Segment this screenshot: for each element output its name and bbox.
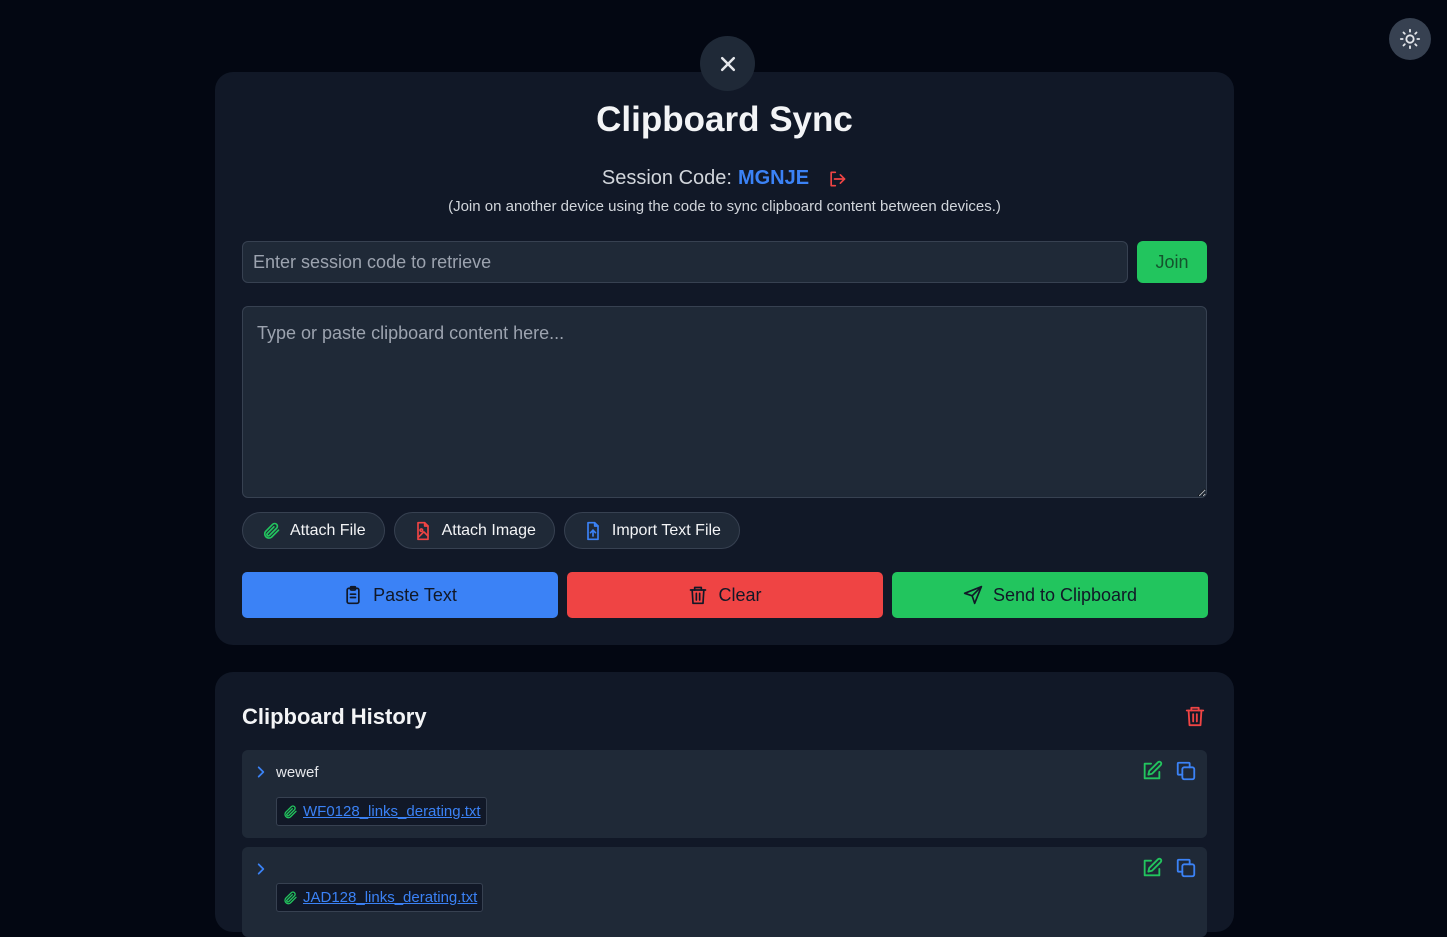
leave-session-button[interactable] [827, 169, 847, 189]
import-text-file-label: Import Text File [611, 521, 721, 539]
attached-file-name: JAD128_links_derating.txt [303, 889, 478, 906]
attach-file-button[interactable]: Attach File [242, 512, 385, 549]
paste-text-button[interactable]: Paste Text [242, 572, 558, 618]
edit-icon[interactable] [1141, 760, 1163, 782]
attached-file-name: WF0128_links_derating.txt [303, 803, 481, 820]
import-text-file-button[interactable]: Import Text File [563, 512, 740, 549]
chevron-right-icon[interactable] [254, 861, 268, 877]
history-item: JAD128_links_derating.txt [242, 847, 1207, 937]
attached-file-link[interactable]: WF0128_links_derating.txt [276, 797, 487, 826]
clipboard-icon [346, 585, 360, 605]
attach-image-button[interactable]: Attach Image [393, 512, 555, 549]
sun-icon [1399, 28, 1421, 50]
attach-image-label: Attach Image [441, 521, 536, 539]
attachment-toolbar: Attach File Attach Image Import Text Fil… [242, 512, 740, 549]
edit-icon[interactable] [1141, 857, 1163, 879]
paste-text-label: Paste Text [373, 584, 457, 605]
send-icon [963, 585, 983, 605]
session-hint: (Join on another device using the code t… [448, 198, 1001, 215]
sync-panel: Clipboard Sync Session Code: MGNJE (Join… [215, 72, 1234, 645]
session-label: Session Code: [601, 167, 732, 189]
paperclip-icon [263, 522, 280, 539]
close-icon [720, 56, 735, 71]
close-button[interactable] [700, 36, 755, 91]
history-title: Clipboard History [242, 704, 427, 729]
trash-icon [1185, 706, 1205, 727]
session-line: Session Code: MGNJE [215, 167, 1234, 190]
send-to-clipboard-button[interactable]: Send to Clipboard [892, 572, 1208, 618]
action-toolbar: Paste Text Clear Send to Clipboard [242, 572, 1208, 618]
file-image-icon [416, 521, 429, 540]
clear-label: Clear [718, 584, 762, 605]
page-title: Clipboard Sync [596, 100, 853, 139]
history-item: wewef WF0128_links_derating.txt [242, 750, 1207, 838]
clipboard-content-textarea[interactable] [242, 306, 1207, 498]
session-code-input[interactable] [242, 241, 1128, 283]
history-item-actions [1141, 857, 1197, 879]
paperclip-icon [284, 890, 297, 904]
file-upload-icon [587, 521, 599, 540]
trash-icon [690, 586, 707, 605]
attach-file-label: Attach File [290, 521, 366, 539]
theme-toggle-button[interactable] [1389, 18, 1431, 60]
history-item-text: wewef [276, 764, 319, 781]
chevron-right-icon[interactable] [254, 764, 268, 780]
logout-icon [830, 171, 846, 186]
paperclip-icon [284, 804, 297, 818]
clear-history-button[interactable] [1184, 705, 1206, 732]
copy-icon[interactable] [1175, 760, 1197, 782]
clear-button[interactable]: Clear [567, 572, 883, 618]
session-code: MGNJE [737, 167, 810, 189]
send-to-clipboard-label: Send to Clipboard [992, 584, 1138, 605]
join-button[interactable]: Join [1137, 241, 1207, 283]
history-item-actions [1141, 760, 1197, 782]
history-panel: Clipboard History wewef WF0128_links_der… [215, 672, 1234, 937]
copy-icon[interactable] [1175, 857, 1197, 879]
